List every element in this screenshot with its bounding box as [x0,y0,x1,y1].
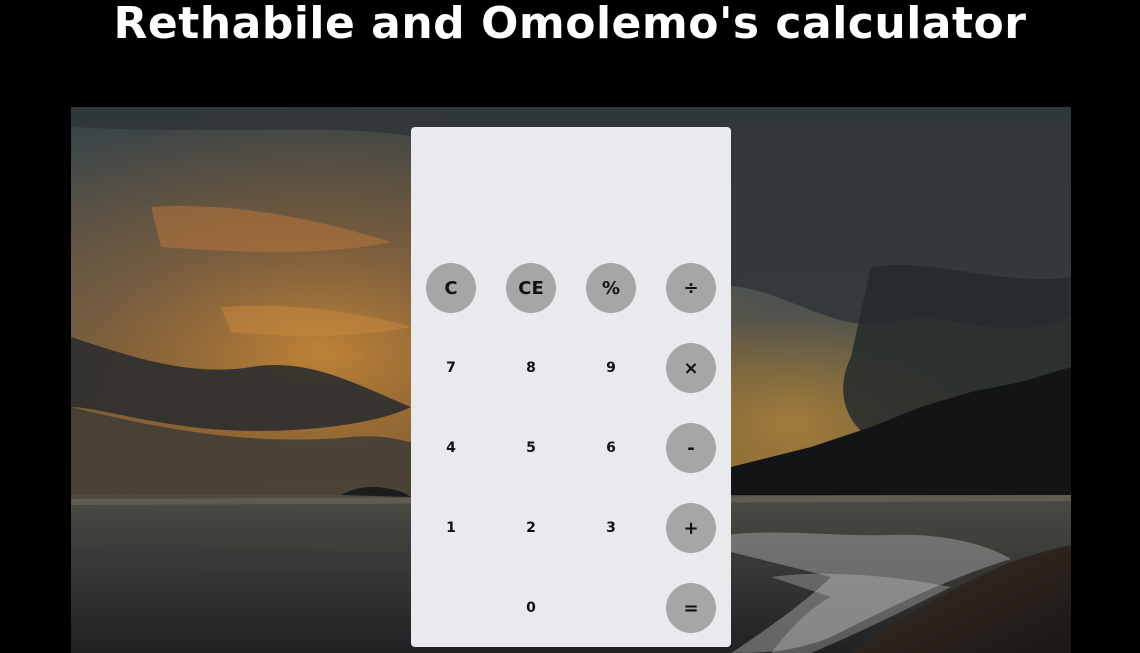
divide-button[interactable]: ÷ [666,263,716,313]
digit-9-button[interactable]: 9 [586,343,636,393]
page: Rethabile and Omolemo's calculator C CE … [0,0,1140,653]
multiply-button[interactable]: × [666,343,716,393]
calculator: C CE % ÷ 7 8 9 × 4 5 6 - 1 2 3 + 0 = [411,127,731,647]
digit-3-button[interactable]: 3 [586,503,636,553]
digit-5-button[interactable]: 5 [506,423,556,473]
equals-button[interactable]: = [666,583,716,633]
digit-8-button[interactable]: 8 [506,343,556,393]
clear-button[interactable]: C [426,263,476,313]
calculator-display [411,127,731,257]
digit-4-button[interactable]: 4 [426,423,476,473]
digit-1-button[interactable]: 1 [426,503,476,553]
plus-button[interactable]: + [666,503,716,553]
clear-entry-button[interactable]: CE [506,263,556,313]
digit-2-button[interactable]: 2 [506,503,556,553]
minus-button[interactable]: - [666,423,716,473]
percent-button[interactable]: % [586,263,636,313]
digit-7-button[interactable]: 7 [426,343,476,393]
page-title: Rethabile and Omolemo's calculator [113,0,1027,49]
digit-6-button[interactable]: 6 [586,423,636,473]
digit-0-button[interactable]: 0 [506,583,556,633]
